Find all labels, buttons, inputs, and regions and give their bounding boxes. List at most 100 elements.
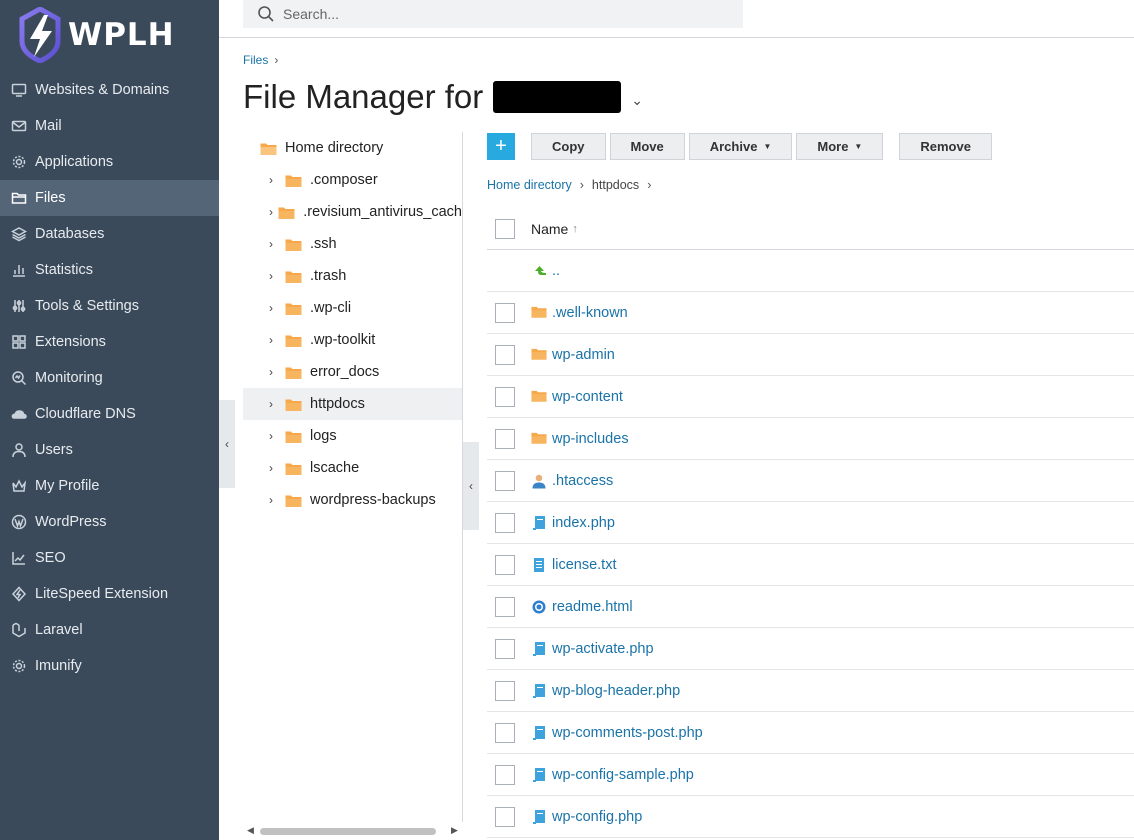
tree-horizontal-scrollbar[interactable]: ◀ ▶ [243, 822, 463, 840]
file-name-link[interactable]: wp-config-sample.php [552, 767, 694, 783]
file-row[interactable]: wp-includes [487, 418, 1134, 460]
file-row[interactable]: wp-activate.php [487, 628, 1134, 670]
sidebar-item-laravel[interactable]: Laravel [0, 612, 219, 648]
copy-button[interactable]: Copy [531, 133, 606, 160]
file-row[interactable]: wp-content [487, 376, 1134, 418]
file-name-link[interactable]: license.txt [552, 557, 616, 573]
row-checkbox[interactable] [495, 512, 515, 533]
tree-item[interactable]: › .composer [243, 164, 462, 196]
file-name-link[interactable]: wp-config.php [552, 809, 642, 825]
row-checkbox[interactable] [495, 470, 515, 491]
search-input[interactable]: Search... [243, 0, 743, 28]
file-name-link[interactable]: wp-comments-post.php [552, 725, 703, 741]
row-checkbox[interactable] [495, 638, 515, 659]
add-button[interactable]: + [487, 133, 515, 160]
sort-ascending-icon[interactable]: ↑ [572, 223, 578, 235]
file-row[interactable]: .htaccess [487, 460, 1134, 502]
name-column-header[interactable]: Name [531, 221, 568, 237]
sidebar-item-users[interactable]: Users [0, 432, 219, 468]
row-checkbox[interactable] [495, 344, 515, 365]
chevron-right-icon[interactable]: › [269, 429, 283, 443]
file-row[interactable]: index.php [487, 502, 1134, 544]
file-name-link[interactable]: wp-includes [552, 431, 629, 447]
sidebar-item-applications[interactable]: Applications [0, 144, 219, 180]
chevron-right-icon[interactable]: › [269, 237, 283, 251]
file-name-link[interactable]: readme.html [552, 599, 633, 615]
row-checkbox[interactable] [495, 386, 515, 407]
tree-item[interactable]: › wordpress-backups [243, 484, 462, 516]
file-row[interactable]: .. [487, 250, 1134, 292]
row-checkbox[interactable] [495, 680, 515, 701]
chevron-right-icon[interactable]: › [269, 173, 283, 187]
scroll-right-icon[interactable]: ▶ [451, 825, 458, 836]
tree-item[interactable]: › error_docs [243, 356, 462, 388]
file-row[interactable]: wp-comments-post.php [487, 712, 1134, 754]
file-name-link[interactable]: index.php [552, 515, 615, 531]
file-row[interactable]: wp-config-sample.php [487, 754, 1134, 796]
remove-button[interactable]: Remove [899, 133, 992, 160]
sidebar-item-litespeed-extension[interactable]: LiteSpeed Extension [0, 576, 219, 612]
file-row[interactable]: wp-blog-header.php [487, 670, 1134, 712]
chevron-right-icon[interactable]: › [269, 365, 283, 379]
sidebar-item-imunify[interactable]: Imunify [0, 648, 219, 684]
row-checkbox[interactable] [495, 428, 515, 449]
tree-item[interactable]: › .trash [243, 260, 462, 292]
path-home-link[interactable]: Home directory [487, 178, 572, 192]
breadcrumb-files-link[interactable]: Files [243, 53, 268, 67]
tree-item[interactable]: › .wp-toolkit [243, 324, 462, 356]
scroll-left-icon[interactable]: ◀ [247, 825, 254, 836]
sidebar-item-my-profile[interactable]: My Profile [0, 468, 219, 504]
more-button[interactable]: More ▼ [796, 133, 884, 160]
sidebar-item-cloudflare-dns[interactable]: Cloudflare DNS [0, 396, 219, 432]
tree-item[interactable]: › logs [243, 420, 462, 452]
path-current[interactable]: httpdocs [592, 178, 639, 192]
sidebar-item-mail[interactable]: Mail [0, 108, 219, 144]
file-name-link[interactable]: wp-admin [552, 347, 615, 363]
row-checkbox[interactable] [495, 302, 515, 323]
chevron-down-icon[interactable]: ⌄ [631, 92, 643, 109]
move-button[interactable]: Move [609, 133, 685, 160]
sidebar-item-tools-settings[interactable]: Tools & Settings [0, 288, 219, 324]
tree-item[interactable]: › .revisium_antivirus_cach [243, 196, 462, 228]
file-row[interactable]: .well-known [487, 292, 1134, 334]
chevron-right-icon[interactable]: › [269, 397, 283, 411]
file-name-link[interactable]: .htaccess [552, 473, 613, 489]
sidebar-item-statistics[interactable]: Statistics [0, 252, 219, 288]
chevron-right-icon[interactable]: › [269, 205, 276, 219]
file-row[interactable]: readme.html [487, 586, 1134, 628]
sidebar-collapse-button[interactable]: ‹ [219, 400, 235, 488]
tree-collapse-button[interactable]: ‹ [463, 442, 479, 530]
chevron-right-icon[interactable]: › [269, 301, 283, 315]
file-row[interactable]: license.txt [487, 544, 1134, 586]
logo[interactable]: WPLH [0, 0, 219, 70]
chevron-right-icon[interactable]: › [269, 461, 283, 475]
scrollbar-thumb[interactable] [260, 828, 436, 835]
archive-button[interactable]: Archive ▼ [688, 133, 793, 160]
file-name-link[interactable]: .. [552, 263, 560, 279]
tree-item[interactable]: › .wp-cli [243, 292, 462, 324]
tree-root[interactable]: Home directory [243, 132, 462, 164]
file-row[interactable]: wp-admin [487, 334, 1134, 376]
row-checkbox[interactable] [495, 764, 515, 785]
select-all-checkbox[interactable] [495, 218, 515, 239]
row-checkbox[interactable] [495, 596, 515, 617]
chevron-right-icon[interactable]: › [269, 493, 283, 507]
row-checkbox[interactable] [495, 554, 515, 575]
chevron-right-icon[interactable]: › [269, 269, 283, 283]
row-checkbox[interactable] [495, 722, 515, 743]
sidebar-item-databases[interactable]: Databases [0, 216, 219, 252]
file-name-link[interactable]: wp-blog-header.php [552, 683, 680, 699]
sidebar-item-seo[interactable]: SEO [0, 540, 219, 576]
chevron-right-icon[interactable]: › [269, 333, 283, 347]
sidebar-item-monitoring[interactable]: Monitoring [0, 360, 219, 396]
sidebar-item-files[interactable]: Files [0, 180, 219, 216]
tree-item[interactable]: › lscache [243, 452, 462, 484]
file-name-link[interactable]: wp-activate.php [552, 641, 654, 657]
sidebar-item-wordpress[interactable]: WordPress [0, 504, 219, 540]
tree-item[interactable]: › httpdocs [243, 388, 462, 420]
sidebar-item-extensions[interactable]: Extensions [0, 324, 219, 360]
file-row[interactable]: wp-config.php [487, 796, 1134, 838]
file-name-link[interactable]: wp-content [552, 389, 623, 405]
sidebar-item-websites-domains[interactable]: Websites & Domains [0, 72, 219, 108]
row-checkbox[interactable] [495, 806, 515, 827]
